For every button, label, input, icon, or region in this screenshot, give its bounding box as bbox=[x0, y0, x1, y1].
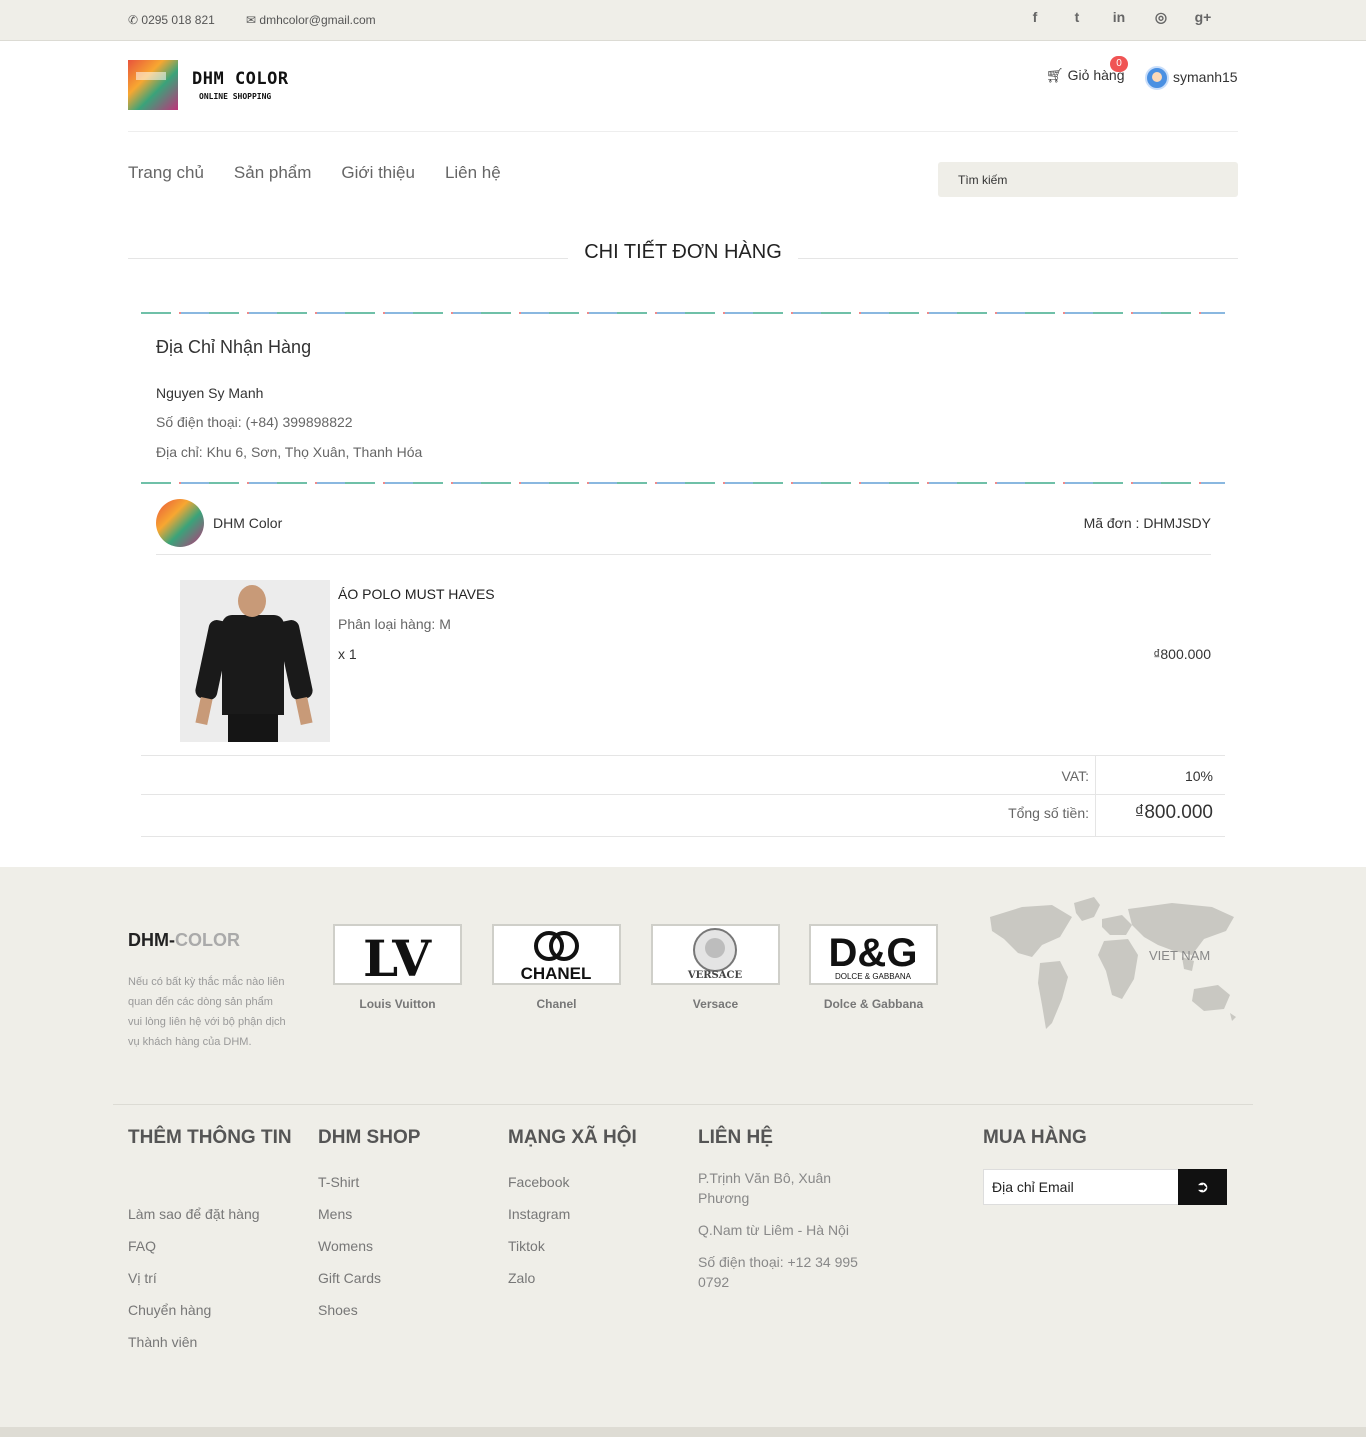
product-price: ₫800.000 bbox=[1153, 646, 1211, 662]
louis-vuitton-logo[interactable]: LV bbox=[333, 924, 462, 988]
order-divider bbox=[156, 554, 1211, 555]
nav-item-home[interactable]: Trang chủ bbox=[128, 163, 204, 183]
svg-text:D&G: D&G bbox=[829, 931, 918, 975]
page-title-text: CHI TIẾT ĐƠN HÀNG bbox=[568, 241, 798, 263]
versace-logo[interactable]: VERSACE bbox=[651, 924, 780, 985]
envelope-icon: ✉ bbox=[246, 13, 257, 27]
footer-link-shipping[interactable]: Chuyển hàng bbox=[128, 1302, 211, 1318]
address-title: Địa Chỉ Nhận Hàng bbox=[156, 337, 312, 357]
footer-link-location[interactable]: Vị trí bbox=[128, 1270, 157, 1286]
footer-contact-district: Q.Nam từ Liêm - Hà Nội bbox=[698, 1222, 849, 1238]
brand-name-chanel: Chanel bbox=[536, 997, 577, 1011]
linkedin-icon[interactable]: in bbox=[1098, 9, 1140, 26]
footer-bottom-bar bbox=[0, 1427, 1366, 1437]
shop-name: DHM Color bbox=[213, 515, 283, 531]
product-image[interactable] bbox=[180, 580, 330, 742]
footer-link-tshirt[interactable]: T-Shirt bbox=[318, 1174, 359, 1190]
footer-social-title: MẠNG XÃ HỘI bbox=[508, 1127, 637, 1148]
footer-shop-title: DHM SHOP bbox=[318, 1127, 421, 1148]
footer-info-title: THÊM THÔNG TIN bbox=[128, 1127, 292, 1148]
total-label: Tổng số tiền: bbox=[1008, 805, 1089, 821]
footer-link-mens[interactable]: Mens bbox=[318, 1206, 352, 1222]
social-links: f t in ◎ g+ bbox=[1014, 9, 1224, 26]
logo-title[interactable]: DHM COLOR bbox=[192, 69, 289, 89]
cart-count-badge: 0 bbox=[1110, 56, 1128, 72]
summary-line-3 bbox=[141, 836, 1225, 837]
footer-link-members[interactable]: Thành viên bbox=[128, 1334, 197, 1350]
chanel-logo[interactable]: CHANEL bbox=[492, 924, 621, 985]
envelope-stripe-top bbox=[141, 312, 1225, 314]
footer-brand-accent: COLOR bbox=[175, 930, 240, 950]
footer-separator bbox=[113, 1104, 1253, 1105]
recipient-phone: Số điện thoại: (+84) 399898822 bbox=[156, 414, 353, 430]
twitter-icon[interactable]: t bbox=[1056, 9, 1098, 26]
footer-contact-street: P.Trịnh Văn Bô, Xuân Phương bbox=[698, 1170, 832, 1206]
facebook-icon[interactable]: f bbox=[1014, 9, 1056, 26]
footer-buy-title: MUA HÀNG bbox=[983, 1127, 1087, 1148]
vat-value: 10% bbox=[1184, 768, 1213, 784]
svg-text:LV: LV bbox=[363, 929, 432, 983]
google-plus-icon[interactable]: g+ bbox=[1182, 9, 1224, 26]
order-code: Mã đơn : DHMJSDY bbox=[1083, 515, 1211, 531]
footer-link-facebook[interactable]: Facebook bbox=[508, 1174, 569, 1190]
total-value: ₫800.000 bbox=[1134, 802, 1213, 823]
phone-number: 0295 018 821 bbox=[141, 13, 215, 27]
product-quantity: x 1 bbox=[338, 646, 357, 662]
newsletter-submit-button[interactable]: ➲ bbox=[1178, 1169, 1227, 1205]
footer-link-faq[interactable]: FAQ bbox=[128, 1238, 156, 1254]
svg-text:DOLCE & GABBANA: DOLCE & GABBANA bbox=[835, 972, 912, 981]
brand-name-louis-vuitton: Louis Vuitton bbox=[359, 997, 436, 1011]
logo-image[interactable] bbox=[128, 60, 178, 110]
email-address: dmhcolor@gmail.com bbox=[259, 13, 376, 27]
nav-item-about[interactable]: Giới thiệu bbox=[341, 163, 415, 183]
brand-name-versace: Versace bbox=[692, 997, 739, 1011]
email-contact: ✉ dmhcolor@gmail.com bbox=[246, 13, 376, 27]
dolce-gabbana-logo[interactable]: D&G DOLCE & GABBANA bbox=[809, 924, 938, 985]
main-nav: Trang chủ Sản phẩm Giới thiệu Liên hệ bbox=[128, 163, 531, 183]
username-link[interactable]: symanh15 bbox=[1173, 69, 1238, 85]
footer-description: Nếu có bất kỳ thắc mắc nào liên quan đến… bbox=[128, 976, 286, 1048]
arrow-circle-right-icon: ➲ bbox=[1195, 1179, 1210, 1196]
footer-link-womens[interactable]: Womens bbox=[318, 1238, 373, 1254]
vat-label: VAT: bbox=[1061, 768, 1090, 784]
footer-link-shoes[interactable]: Shoes bbox=[318, 1302, 358, 1318]
header: DHM COLOR ONLINE SHOPPING 🛒︎ Giỏ hàng 0 … bbox=[128, 41, 1238, 132]
summary-line-1 bbox=[141, 755, 1225, 756]
recipient-address: Địa chỉ: Khu 6, Sơn, Thọ Xuân, Thanh Hóa bbox=[156, 444, 423, 460]
footer-link-instagram[interactable]: Instagram bbox=[508, 1206, 570, 1222]
page-title: CHI TIẾT ĐƠN HÀNG bbox=[0, 241, 1366, 264]
footer-link-how-to-order[interactable]: Làm sao để đặt hàng bbox=[128, 1206, 260, 1222]
footer-brand: DHM-COLOR bbox=[128, 930, 240, 951]
cart-icon: 🛒︎ bbox=[1046, 67, 1064, 83]
product-name[interactable]: ÁO POLO MUST HAVES bbox=[338, 586, 495, 602]
summary-column-divider bbox=[1095, 756, 1096, 836]
dribbble-icon[interactable]: ◎ bbox=[1140, 9, 1182, 26]
footer-link-gift-cards[interactable]: Gift Cards bbox=[318, 1270, 381, 1286]
search-input[interactable] bbox=[938, 162, 1238, 197]
newsletter-email-input[interactable] bbox=[983, 1169, 1179, 1205]
world-map bbox=[990, 897, 1236, 1029]
footer-link-tiktok[interactable]: Tiktok bbox=[508, 1238, 545, 1254]
map-location-label: VIET NAM bbox=[1149, 948, 1211, 963]
summary-line-2 bbox=[141, 794, 1225, 795]
svg-text:CHANEL: CHANEL bbox=[521, 964, 592, 983]
user-avatar[interactable] bbox=[1145, 66, 1169, 90]
product-variant: Phân loại hàng: M bbox=[338, 616, 451, 632]
phone-contact: ✆ 0295 018 821 bbox=[128, 13, 215, 27]
brand-name-dolce-gabbana: Dolce & Gabbana bbox=[823, 997, 924, 1011]
recipient-name: Nguyen Sy Manh bbox=[156, 385, 264, 401]
logo-subtitle: ONLINE SHOPPING bbox=[199, 92, 272, 101]
footer-contact-phone: Số điện thoại: +12 34 995 0792 bbox=[698, 1254, 858, 1290]
shop-logo bbox=[156, 499, 204, 547]
footer-brand-main: DHM- bbox=[128, 930, 175, 950]
nav-item-contact[interactable]: Liên hệ bbox=[445, 163, 501, 183]
nav-item-products[interactable]: Sản phẩm bbox=[234, 163, 312, 183]
footer-link-zalo[interactable]: Zalo bbox=[508, 1270, 535, 1286]
top-bar: ✆ 0295 018 821 ✉ dmhcolor@gmail.com f t … bbox=[0, 0, 1366, 41]
envelope-stripe-bottom bbox=[141, 482, 1225, 484]
phone-icon: ✆ bbox=[128, 13, 139, 27]
footer-contact-title: LIÊN HỆ bbox=[698, 1127, 773, 1148]
svg-text:VERSACE: VERSACE bbox=[687, 970, 743, 981]
